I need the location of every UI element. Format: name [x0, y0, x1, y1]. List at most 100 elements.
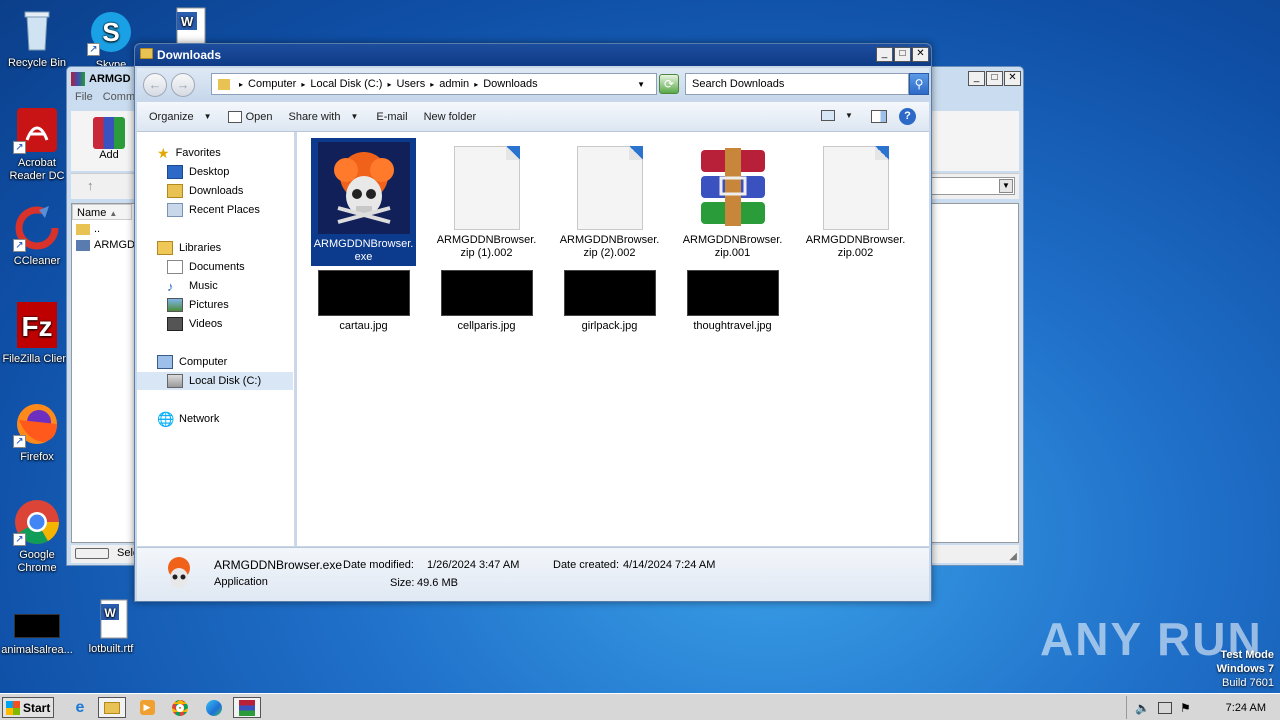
explorer-titlebar[interactable]: Downloads: [135, 44, 931, 66]
details-filename: ARMGDDNBrowser.exe: [214, 558, 343, 572]
explorer-window[interactable]: Downloads _ □ ✕ ← → ▸ Computer ▸ Local D…: [134, 43, 932, 602]
file-item[interactable]: ARMGDDNBrowser. zip (1).002: [434, 146, 539, 260]
forward-button[interactable]: →: [171, 73, 195, 97]
clock[interactable]: 7:24 AM: [1226, 702, 1266, 714]
desktop-icon-chrome[interactable]: ↗ Google Chrome: [0, 498, 74, 575]
nav-libraries[interactable]: Libraries: [157, 239, 221, 257]
sort-arrow-icon: ▲: [109, 209, 118, 218]
svg-text:Fz: Fz: [21, 311, 52, 342]
path-dropdown[interactable]: ▼: [921, 177, 1015, 195]
shortcut-arrow-icon: ↗: [13, 239, 26, 252]
address-bar[interactable]: ▸ Computer ▸ Local Disk (C:) ▸ Users ▸ a…: [211, 73, 657, 95]
speaker-icon[interactable]: 🔈: [1135, 701, 1150, 715]
breadcrumb-downloads[interactable]: Downloads: [483, 78, 537, 90]
desktop-icon-acrobat[interactable]: ↗ Acrobat Reader DC: [0, 106, 74, 183]
file-item[interactable]: ARMGDDNBrowser. exe: [311, 138, 416, 266]
taskbar-media-player-button[interactable]: ▶: [133, 697, 161, 718]
column-header-name[interactable]: Name ▲: [72, 204, 132, 220]
chevron-right-icon[interactable]: ▸: [430, 80, 434, 89]
maximize-button[interactable]: □: [894, 47, 911, 62]
breadcrumb-users[interactable]: Users: [396, 78, 425, 90]
nav-computer[interactable]: Computer: [157, 353, 227, 371]
help-icon[interactable]: ?: [899, 108, 916, 125]
open-button[interactable]: Open: [227, 110, 272, 123]
back-button[interactable]: ←: [143, 73, 167, 97]
file-name: zip (2).002: [583, 247, 636, 259]
chevron-right-icon[interactable]: ▸: [301, 80, 305, 89]
file-item[interactable]: ARMGDDNBrowser. zip.001: [680, 146, 785, 260]
nav-desktop[interactable]: Desktop: [167, 163, 229, 181]
refresh-button[interactable]: ⟳: [659, 74, 679, 94]
breadcrumb-computer[interactable]: Computer: [248, 78, 296, 90]
desktop-icon-animalsalrea[interactable]: animalsalrea...: [0, 614, 74, 657]
chevron-down-icon: ▼: [203, 112, 212, 121]
file-name: ARMGDDNBrowser.: [436, 234, 537, 246]
desktop-icon-filezilla[interactable]: Fz FileZilla Client: [0, 302, 74, 366]
chevron-down-icon[interactable]: ▼: [637, 80, 645, 89]
email-button[interactable]: E-mail: [376, 111, 407, 123]
search-icon[interactable]: ⚲: [909, 73, 929, 95]
desktop-icon-ccleaner[interactable]: ↗ CCleaner: [0, 204, 74, 268]
new-folder-button[interactable]: New folder: [424, 111, 477, 123]
word-document-icon: W: [87, 598, 135, 640]
breadcrumb-local-disk[interactable]: Local Disk (C:): [310, 78, 382, 90]
nav-documents[interactable]: Documents: [167, 258, 245, 276]
desktop-icon-lotbuilt[interactable]: W lotbuilt.rtf: [74, 598, 148, 656]
resize-grip-icon[interactable]: ◢: [1009, 551, 1017, 562]
skull-app-icon: [317, 142, 410, 234]
desktop-icon-firefox[interactable]: ↗ Firefox: [0, 400, 74, 464]
taskbar-winrar-button[interactable]: [233, 697, 261, 718]
menu-commands[interactable]: Comm: [103, 91, 135, 109]
taskbar-chrome-button[interactable]: [166, 697, 194, 718]
taskbar-edge-button[interactable]: [200, 697, 228, 718]
nav-pictures[interactable]: Pictures: [167, 296, 229, 314]
desktop-icon-recycle-bin[interactable]: Recycle Bin: [0, 6, 74, 70]
view-options-button[interactable]: ▼: [821, 110, 853, 121]
breadcrumb-admin[interactable]: admin: [439, 78, 469, 90]
nav-local-disk[interactable]: Local Disk (C:): [137, 372, 293, 390]
nav-downloads[interactable]: Downloads: [167, 182, 243, 200]
shortcut-arrow-icon: ↗: [87, 43, 100, 56]
nav-network[interactable]: 🌐 Network: [157, 410, 219, 428]
star-icon: ★: [157, 144, 170, 161]
chevron-right-icon[interactable]: ▸: [387, 80, 391, 89]
maximize-button[interactable]: □: [986, 71, 1003, 86]
network-tray-icon[interactable]: [1157, 701, 1172, 714]
up-arrow-icon[interactable]: ↑: [87, 178, 94, 193]
list-item[interactable]: ..: [76, 223, 100, 235]
nav-favorites[interactable]: ★ Favorites: [157, 144, 221, 162]
taskbar-explorer-button[interactable]: [98, 697, 126, 718]
file-list[interactable]: ARMGDDNBrowser. exe ARMGDDNBrowser. zip …: [297, 132, 929, 546]
chevron-right-icon[interactable]: ▸: [474, 80, 478, 89]
share-with-button[interactable]: Share with ▼: [288, 111, 358, 123]
close-button[interactable]: ✕: [912, 47, 929, 62]
flag-icon[interactable]: ⚑: [1180, 701, 1191, 715]
add-button[interactable]: Add: [89, 117, 129, 161]
preview-pane-icon[interactable]: [871, 110, 887, 123]
file-item[interactable]: thoughtravel.jpg: [680, 270, 785, 333]
menu-file[interactable]: File: [75, 91, 93, 109]
file-item[interactable]: ARMGDDNBrowser. zip (2).002: [557, 146, 662, 260]
minimize-button[interactable]: _: [876, 47, 893, 62]
shortcut-arrow-icon: ↗: [13, 533, 26, 546]
skull-app-icon: [159, 554, 199, 594]
nav-music[interactable]: ♪ Music: [167, 277, 218, 295]
taskbar-ie-button[interactable]: e: [66, 697, 94, 718]
file-item[interactable]: cellparis.jpg: [434, 270, 539, 333]
file-item[interactable]: ARMGDDNBrowser. zip.002: [803, 146, 908, 260]
close-button[interactable]: ✕: [1004, 71, 1021, 86]
desktop-icon-label: lotbuilt.rtf: [88, 643, 134, 655]
search-input[interactable]: Search Downloads: [685, 73, 909, 95]
size-value: 49.6 MB: [417, 577, 458, 589]
minimize-button[interactable]: _: [968, 71, 985, 86]
file-item[interactable]: girlpack.jpg: [557, 270, 662, 333]
image-thumbnail: [317, 270, 410, 316]
chevron-right-icon[interactable]: ▸: [239, 80, 243, 89]
organize-button[interactable]: Organize ▼: [149, 111, 212, 123]
open-icon: [227, 110, 242, 123]
start-button[interactable]: Start: [2, 697, 54, 718]
nav-videos[interactable]: Videos: [167, 315, 222, 333]
list-item[interactable]: ARMGD: [76, 239, 135, 251]
nav-recent-places[interactable]: Recent Places: [167, 201, 260, 219]
file-item[interactable]: cartau.jpg: [311, 270, 416, 333]
